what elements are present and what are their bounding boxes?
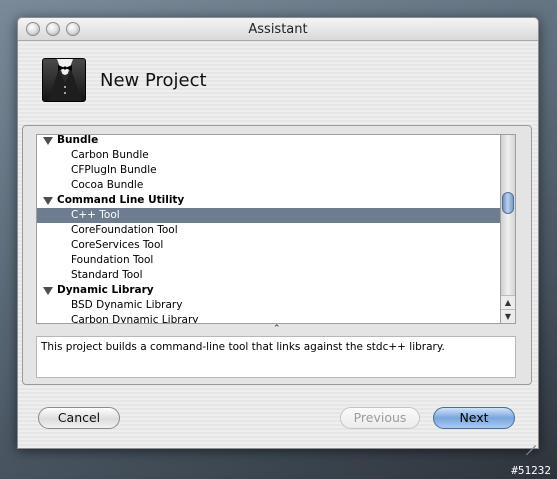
next-button[interactable]: Next bbox=[433, 407, 515, 429]
previous-button[interactable]: Previous bbox=[340, 407, 420, 429]
list-item[interactable]: CoreServices Tool bbox=[37, 238, 500, 253]
page-title: New Project bbox=[100, 70, 207, 91]
template-description: This project builds a command-line tool … bbox=[36, 336, 516, 378]
list-item-label: Standard Tool bbox=[71, 269, 143, 281]
list-item-label: Command Line Utility bbox=[57, 194, 185, 206]
scroll-down-arrow-icon[interactable]: ▼ bbox=[501, 309, 515, 323]
list-category[interactable]: Dynamic Library bbox=[37, 283, 500, 298]
list-item[interactable]: BSD Dynamic Library bbox=[37, 298, 500, 313]
window-title: Assistant bbox=[248, 22, 308, 37]
splitter-handle-icon[interactable]: ⌃ bbox=[273, 324, 281, 334]
list-item[interactable]: Foundation Tool bbox=[37, 253, 500, 268]
list-item[interactable]: CFPlugIn Bundle bbox=[37, 163, 500, 178]
list-item[interactable]: Carbon Bundle bbox=[37, 148, 500, 163]
scroll-up-arrow-icon[interactable]: ▲ bbox=[501, 295, 515, 309]
list-item-label: Bundle bbox=[57, 134, 99, 146]
tuxedo-icon bbox=[42, 58, 86, 102]
disclosure-triangle-icon[interactable] bbox=[43, 287, 53, 295]
list-item-label: Dynamic Library bbox=[57, 284, 154, 296]
list-item-label: Carbon Bundle bbox=[71, 149, 149, 161]
list-scrollbar[interactable]: ▲ ▼ bbox=[500, 134, 516, 324]
list-item-label: Foundation Tool bbox=[71, 254, 154, 266]
list-item-label: C++ Tool bbox=[71, 209, 120, 221]
list-item[interactable]: C++ Tool bbox=[37, 208, 500, 223]
list-item-label: Carbon Dynamic Library bbox=[71, 314, 199, 324]
list-item-label: CoreServices Tool bbox=[71, 239, 164, 251]
template-list[interactable]: Bundle Carbon Bundle CFPlugIn Bundle Cocoa … bbox=[36, 134, 500, 324]
list-item-label: BSD Dynamic Library bbox=[71, 299, 183, 311]
list-item-label: CFPlugIn Bundle bbox=[71, 164, 157, 176]
list-item[interactable]: CoreFoundation Tool bbox=[37, 223, 500, 238]
list-item-label: Cocoa Bundle bbox=[71, 179, 144, 191]
list-item[interactable]: Standard Tool bbox=[37, 268, 500, 283]
scrollbar-thumb[interactable] bbox=[502, 192, 514, 214]
list-item[interactable]: Cocoa Bundle bbox=[37, 178, 500, 193]
list-category[interactable]: Bundle bbox=[37, 134, 500, 148]
assistant-window: Assistant New Project Bundle Carbon Bundl… bbox=[17, 17, 539, 456]
disclosure-triangle-icon[interactable] bbox=[43, 137, 53, 145]
image-id-badge: #51232 bbox=[511, 464, 551, 477]
cancel-button[interactable]: Cancel bbox=[38, 407, 120, 429]
list-category[interactable]: Command Line Utility bbox=[37, 193, 500, 208]
resize-grip-icon[interactable] bbox=[525, 435, 536, 456]
title-bar[interactable]: Assistant bbox=[18, 18, 538, 41]
disclosure-triangle-icon[interactable] bbox=[43, 197, 53, 205]
list-item-label: CoreFoundation Tool bbox=[71, 224, 178, 236]
list-item[interactable]: Carbon Dynamic Library bbox=[37, 313, 500, 324]
